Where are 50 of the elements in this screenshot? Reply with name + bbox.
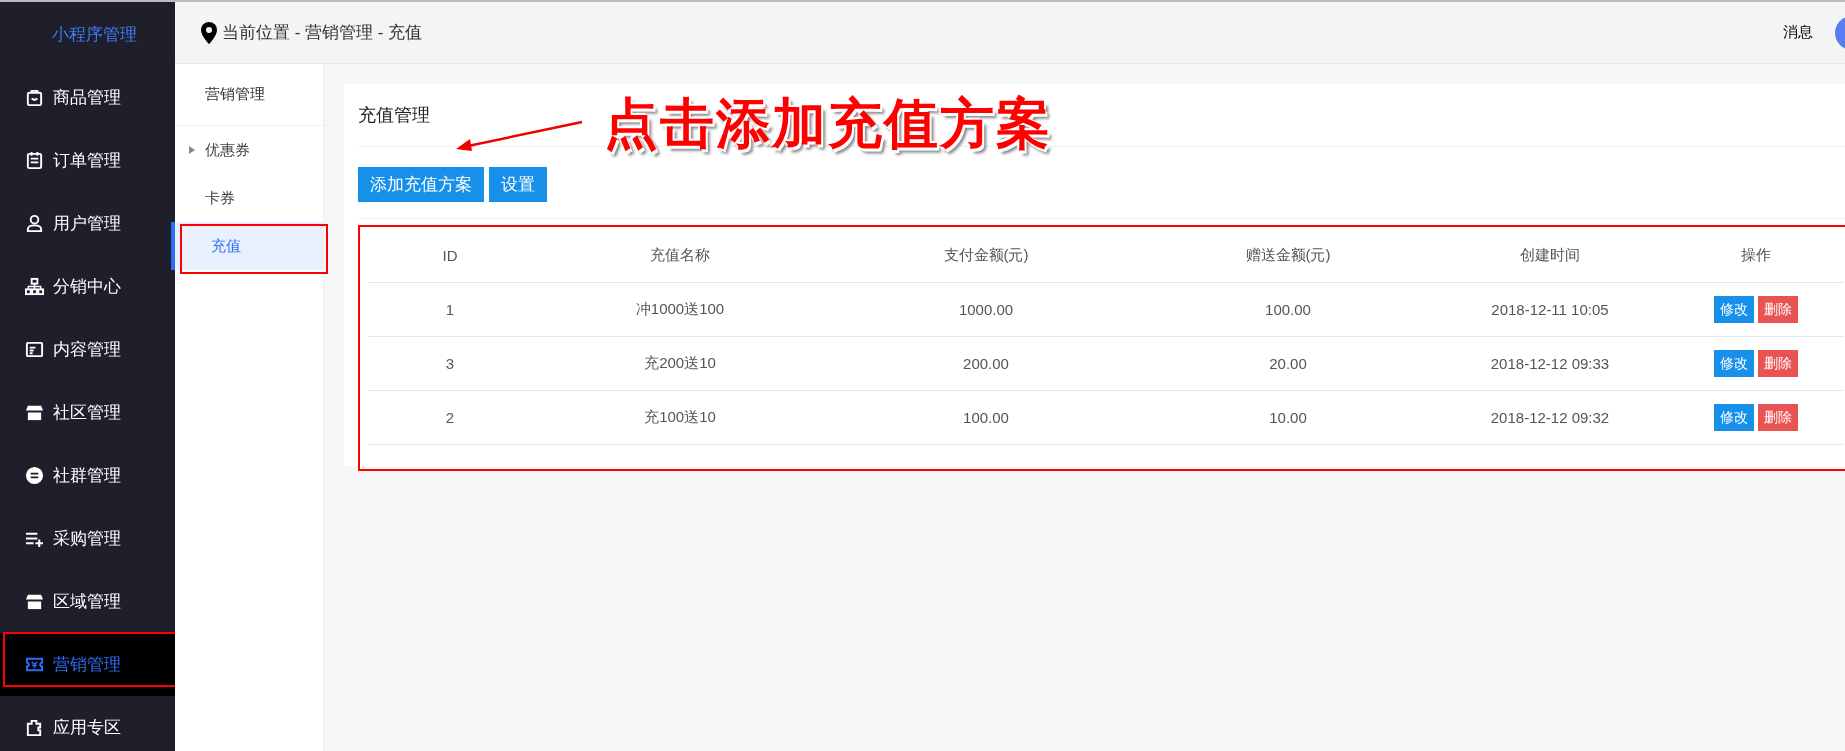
column-header: 支付金额(元) <box>942 246 1030 265</box>
table-cell-text: 1000.00 <box>957 301 1015 318</box>
document-icon <box>25 340 44 359</box>
hierarchy-icon <box>25 277 44 296</box>
store-icon <box>25 403 44 422</box>
delete-button[interactable]: 删除 <box>1758 350 1798 377</box>
table-cell-text: 2018-12-11 10:05 <box>1490 301 1610 318</box>
table-cell-text: 20.00 <box>1268 355 1308 372</box>
person-icon <box>25 214 44 233</box>
sidebar-item[interactable]: 商品管理 <box>0 66 175 129</box>
sidebar-item[interactable]: 社群管理 <box>0 444 175 507</box>
bag-icon <box>25 88 44 107</box>
table-cell-text: 冲1000送100 <box>634 300 726 319</box>
table-cell-text: 200.00 <box>962 355 1010 372</box>
store-icon <box>25 592 44 611</box>
table-cell-text: 1 <box>444 301 456 318</box>
table-cell-text: 100.00 <box>1264 301 1312 318</box>
table-cell-text: 10.00 <box>1268 409 1308 426</box>
table-cell-text: 充200送10 <box>643 354 717 373</box>
column-header: 创建时间 <box>1519 246 1581 265</box>
table-cell-text: 2 <box>444 409 456 426</box>
equals-circle-icon <box>25 466 44 485</box>
breadcrumb: 当前位置 - 营销管理 - 充值 <box>222 22 423 44</box>
ticket-icon <box>25 655 44 674</box>
table-cell-text: 100.00 <box>962 409 1010 426</box>
table-cell-text: 3 <box>444 355 456 372</box>
table-cell-text: 2018-12-12 09:33 <box>1489 355 1611 372</box>
table-cell-text: 充100送10 <box>643 408 717 427</box>
sidebar-item[interactable]: 采购管理 <box>0 507 175 570</box>
annotation-text: 点击添加充值方案 <box>604 92 1052 155</box>
messages-link[interactable]: 消息 <box>1783 23 1813 42</box>
sidebar-item[interactable]: 营销管理 <box>0 633 175 696</box>
sidebar-item[interactable]: 应用专区 <box>0 696 175 751</box>
sidebar-item[interactable]: 社区管理 <box>0 381 175 444</box>
caret-icon <box>189 146 195 154</box>
clipboard-icon <box>25 151 44 170</box>
delete-button[interactable]: 删除 <box>1758 296 1798 323</box>
table-cell-text: 2018-12-12 09:32 <box>1489 409 1611 426</box>
sidebar-item[interactable]: 区域管理 <box>0 570 175 633</box>
column-header: 操作 <box>1740 246 1772 265</box>
puzzle-icon <box>25 718 44 737</box>
column-header: ID <box>441 247 459 264</box>
column-header: 赠送金额(元) <box>1244 246 1332 265</box>
location-pin-icon <box>201 21 217 44</box>
subnav-title: 营销管理 <box>175 64 323 126</box>
subnav-item[interactable]: 充值 <box>171 222 323 270</box>
app-title: 小程序管理 <box>51 23 138 46</box>
sidebar-item[interactable]: 内容管理 <box>0 318 175 381</box>
delete-button[interactable]: 删除 <box>1758 404 1798 431</box>
column-header: 充值名称 <box>649 246 711 265</box>
